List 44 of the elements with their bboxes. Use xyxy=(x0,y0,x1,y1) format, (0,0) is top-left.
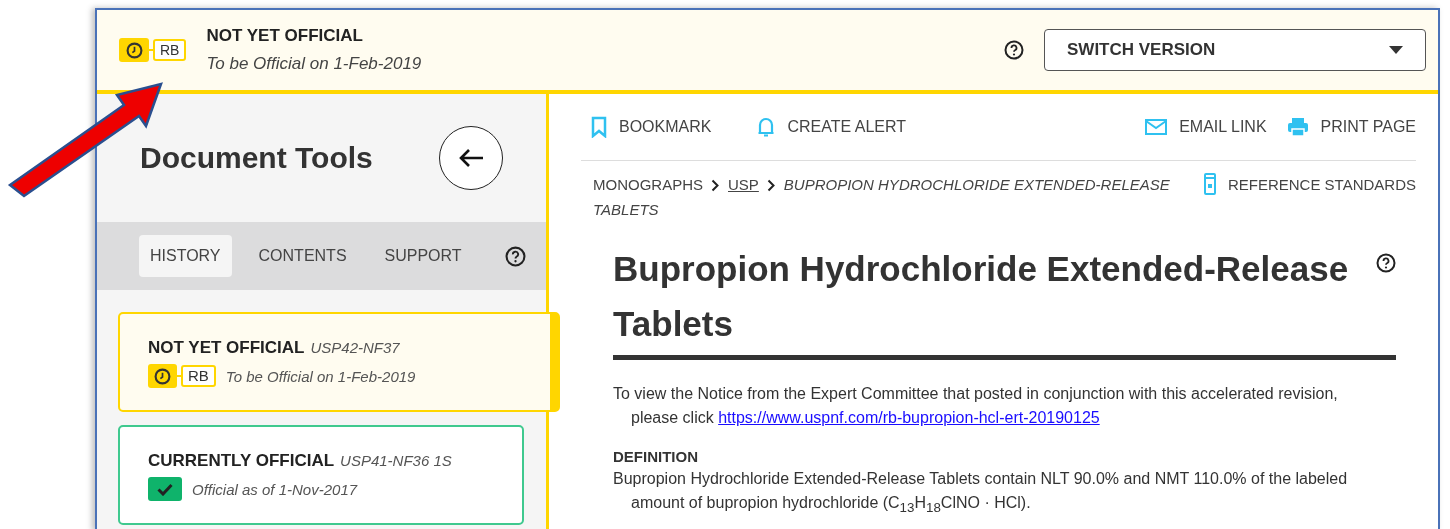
toolbar-link[interactable]: EMAIL LINK xyxy=(1145,117,1267,137)
bookmark-icon xyxy=(591,116,607,138)
revision-badge: RB xyxy=(153,39,187,61)
help-icon[interactable] xyxy=(504,245,526,267)
switch-version-dropdown[interactable]: SWITCH VERSION xyxy=(1044,29,1426,71)
revision-badge: RB xyxy=(181,365,216,387)
clock-icon xyxy=(154,367,171,385)
monograph-title: Bupropion Hydrochloride Extended-Release Tablets xyxy=(613,247,1350,345)
breadcrumb-link[interactable]: USP xyxy=(728,176,759,193)
panel-title: Document Tools xyxy=(140,141,373,175)
breadcrumb-current: TABLETS xyxy=(593,200,659,218)
version-card[interactable]: NOT YET OFFICIAL USP42-NF37 RB To be Official on 1-Feb-2019 xyxy=(118,312,560,412)
section-heading: DEFINITION xyxy=(613,447,699,465)
definition-paragraph: Bupropion Hydrochloride Extended-Release Tablets contain NLT 90.0% and NMT 110.0% of the labeled amount of bupropion hydrochloride (C$_{13}$H$_{18}$ClNO · HCl). xyxy=(613,468,1349,517)
version-note: To be Official on 1-Feb-2019 xyxy=(225,367,416,385)
toolbar-link[interactable]: CREATE ALERT xyxy=(757,116,907,138)
chevron-icon xyxy=(711,178,720,192)
help-icon[interactable] xyxy=(1004,40,1024,60)
chevron-icon xyxy=(766,178,776,192)
envelope-icon xyxy=(1145,119,1168,135)
notice-paragraph: To view the Notice from the Expert Committee that posted in conjunction with this accelerated revision, please click https://www.uspnf.com/rb-bupropion-hcl-ert-20190125 xyxy=(613,383,1339,428)
help-icon[interactable] xyxy=(1376,252,1396,273)
printer-icon xyxy=(1286,117,1309,137)
check-icon xyxy=(157,482,173,496)
caret-icon xyxy=(1389,46,1403,54)
status-note: To be Official on 1-Feb-2019 xyxy=(206,54,422,74)
tab[interactable]: SUPPORT xyxy=(373,235,473,277)
notice-link[interactable]: https://www.uspnf.com/rb-bupropion-hcl-ert-20190125 xyxy=(718,408,1100,426)
back-arrow-icon xyxy=(458,148,484,168)
version-card[interactable]: CURRENTLY OFFICIAL USP41-NF36 1S Official as of 1-Nov-2017 xyxy=(118,425,524,525)
toolbar-link[interactable]: PRINT PAGE xyxy=(1286,117,1416,137)
status-title: NOT YET OFFICIAL xyxy=(206,26,364,46)
clock-icon xyxy=(125,41,143,59)
version-title: NOT YET OFFICIAL USP42-NF37 xyxy=(148,338,401,358)
tab[interactable]: CONTENTS xyxy=(247,235,358,277)
version-note: Official as of 1-Nov-2017 xyxy=(192,480,358,498)
breadcrumb-link[interactable]: MONOGRAPHS xyxy=(593,176,703,193)
bell-icon xyxy=(757,116,776,138)
toolbar-link[interactable]: BOOKMARK xyxy=(591,116,712,138)
tab[interactable]: HISTORY xyxy=(139,235,232,277)
reference-standards-link[interactable]: REFERENCE STANDARDS xyxy=(1203,173,1416,195)
breadcrumb-current: BUPROPION HYDROCHLORIDE EXTENDED-RELEASE xyxy=(783,176,1170,193)
version-title: CURRENTLY OFFICIAL USP41-NF36 1S xyxy=(148,451,453,471)
vial-icon xyxy=(1203,173,1216,195)
